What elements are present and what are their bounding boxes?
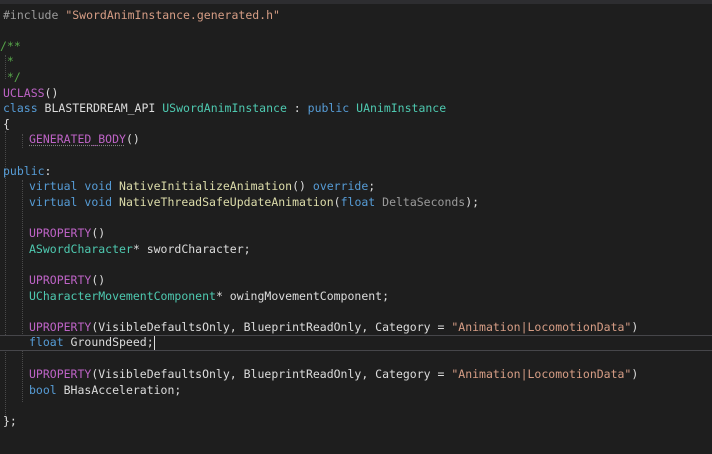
code-line-brace-open[interactable]: { [3, 117, 10, 133]
public-access-keyword: public [3, 164, 45, 178]
code-line-has-acceleration[interactable]: bool BHasAcceleration; [29, 383, 181, 399]
update-close: ); [465, 195, 480, 209]
init-semicolon: ; [368, 179, 376, 193]
class-open-brace: { [3, 117, 10, 131]
uproperty-parens: () [91, 273, 106, 287]
sword-character-type: ASwordCharacter [29, 242, 133, 256]
code-line-class-decl[interactable]: class BLASTERDREAM_API USwordAnimInstanc… [3, 101, 446, 117]
generated-body-parens: () [125, 132, 140, 146]
inheritance-colon: : [286, 101, 308, 115]
virtual-keyword: virtual [29, 195, 78, 209]
has-acceleration-decl: BHasAcceleration; [56, 383, 182, 397]
class-name: USwordAnimInstance [162, 101, 287, 115]
indent-guide-generated-body [22, 134, 23, 148]
category-string: "Animation|LocomotionData" [451, 320, 632, 334]
float-keyword: float [29, 335, 64, 349]
public-inheritance-keyword: public [307, 101, 350, 115]
class-keyword: class [3, 101, 38, 115]
code-line-sword-character[interactable]: ASwordCharacter* swordCharacter; [29, 242, 251, 258]
uproperty-macro: UPROPERTY [29, 320, 92, 334]
doc-comment-open: /** [0, 39, 21, 53]
code-line-uproperty-3[interactable]: UPROPERTY(VisibleDefaultsOnly, Blueprint… [29, 320, 638, 336]
preprocessor-directive: #include [3, 8, 66, 22]
native-update-function: NativeThreadSafeUpdateAnimation [119, 195, 334, 209]
void-keyword: void [77, 179, 120, 193]
doc-comment-star: * [0, 54, 14, 68]
uproperty-macro: UPROPERTY [29, 367, 92, 381]
code-line-uproperty-2[interactable]: UPROPERTY() [29, 273, 105, 289]
init-parens: () [292, 179, 313, 193]
override-keyword: override [312, 179, 369, 193]
update-open-paren: ( [333, 195, 341, 209]
uclass-macro: UCLASS [3, 86, 45, 100]
public-colon: : [44, 164, 52, 178]
code-line-movement-component[interactable]: UCharacterMovementComponent* owingMoveme… [29, 289, 389, 305]
code-line-comment-close[interactable]: */ [0, 70, 21, 86]
generated-body-macro: GENERATED_BODY [29, 132, 126, 146]
code-line-brace-close[interactable]: }; [3, 414, 17, 430]
code-line-comment-open[interactable]: /** [0, 39, 21, 55]
code-line-uproperty-1[interactable]: UPROPERTY() [29, 226, 105, 242]
uproperty-close: ) [631, 320, 639, 334]
uproperty-args: (VisibleDefaultsOnly, BlueprintReadOnly,… [91, 367, 452, 381]
category-string: "Animation|LocomotionData" [451, 367, 632, 381]
code-line-public[interactable]: public: [3, 164, 51, 180]
uproperty-macro: UPROPERTY [29, 226, 92, 240]
movement-component-decl: * owingMovementComponent; [215, 289, 390, 303]
indent-guide-public [22, 180, 23, 402]
bool-keyword: bool [29, 383, 57, 397]
base-class-name: UAnimInstance [356, 101, 447, 115]
movement-component-type: UCharacterMovementComponent [29, 289, 216, 303]
include-file-string: "SwordAnimInstance.generated.h" [65, 8, 280, 22]
sword-character-decl: * swordCharacter; [132, 242, 251, 256]
uclass-parens: () [44, 86, 59, 100]
code-line-include[interactable]: #include "SwordAnimInstance.generated.h" [3, 8, 280, 24]
code-line-ground-speed[interactable]: float GroundSpeed; [29, 335, 155, 351]
text-cursor [153, 335, 155, 350]
code-line-uclass[interactable]: UCLASS() [3, 86, 58, 102]
virtual-keyword: virtual [29, 179, 78, 193]
void-keyword: void [77, 195, 120, 209]
uproperty-parens: () [91, 226, 106, 240]
editor-top-border [0, 0, 712, 4]
delta-seconds-param: DeltaSeconds [375, 195, 466, 209]
class-close-brace: }; [3, 414, 17, 428]
code-line-generated-body[interactable]: GENERATED_BODY() [29, 132, 140, 148]
code-line-native-initialize[interactable]: virtual void NativeInitializeAnimation()… [29, 179, 375, 195]
code-line-uproperty-4[interactable]: UPROPERTY(VisibleDefaultsOnly, Blueprint… [29, 367, 638, 383]
ground-speed-decl: GroundSpeed; [63, 335, 154, 349]
doc-comment-close: */ [0, 70, 21, 84]
code-editor[interactable]: #include "SwordAnimInstance.generated.h"… [0, 0, 712, 454]
uproperty-args: (VisibleDefaultsOnly, BlueprintReadOnly,… [91, 320, 452, 334]
code-line-native-update[interactable]: virtual void NativeThreadSafeUpdateAnima… [29, 195, 479, 211]
uproperty-close: ) [631, 367, 639, 381]
native-initialize-function: NativeInitializeAnimation [119, 179, 293, 193]
float-keyword: float [340, 195, 376, 209]
code-line-comment-star[interactable]: * [0, 54, 14, 70]
uproperty-macro: UPROPERTY [29, 273, 92, 287]
api-macro: BLASTERDREAM_API [37, 101, 163, 115]
